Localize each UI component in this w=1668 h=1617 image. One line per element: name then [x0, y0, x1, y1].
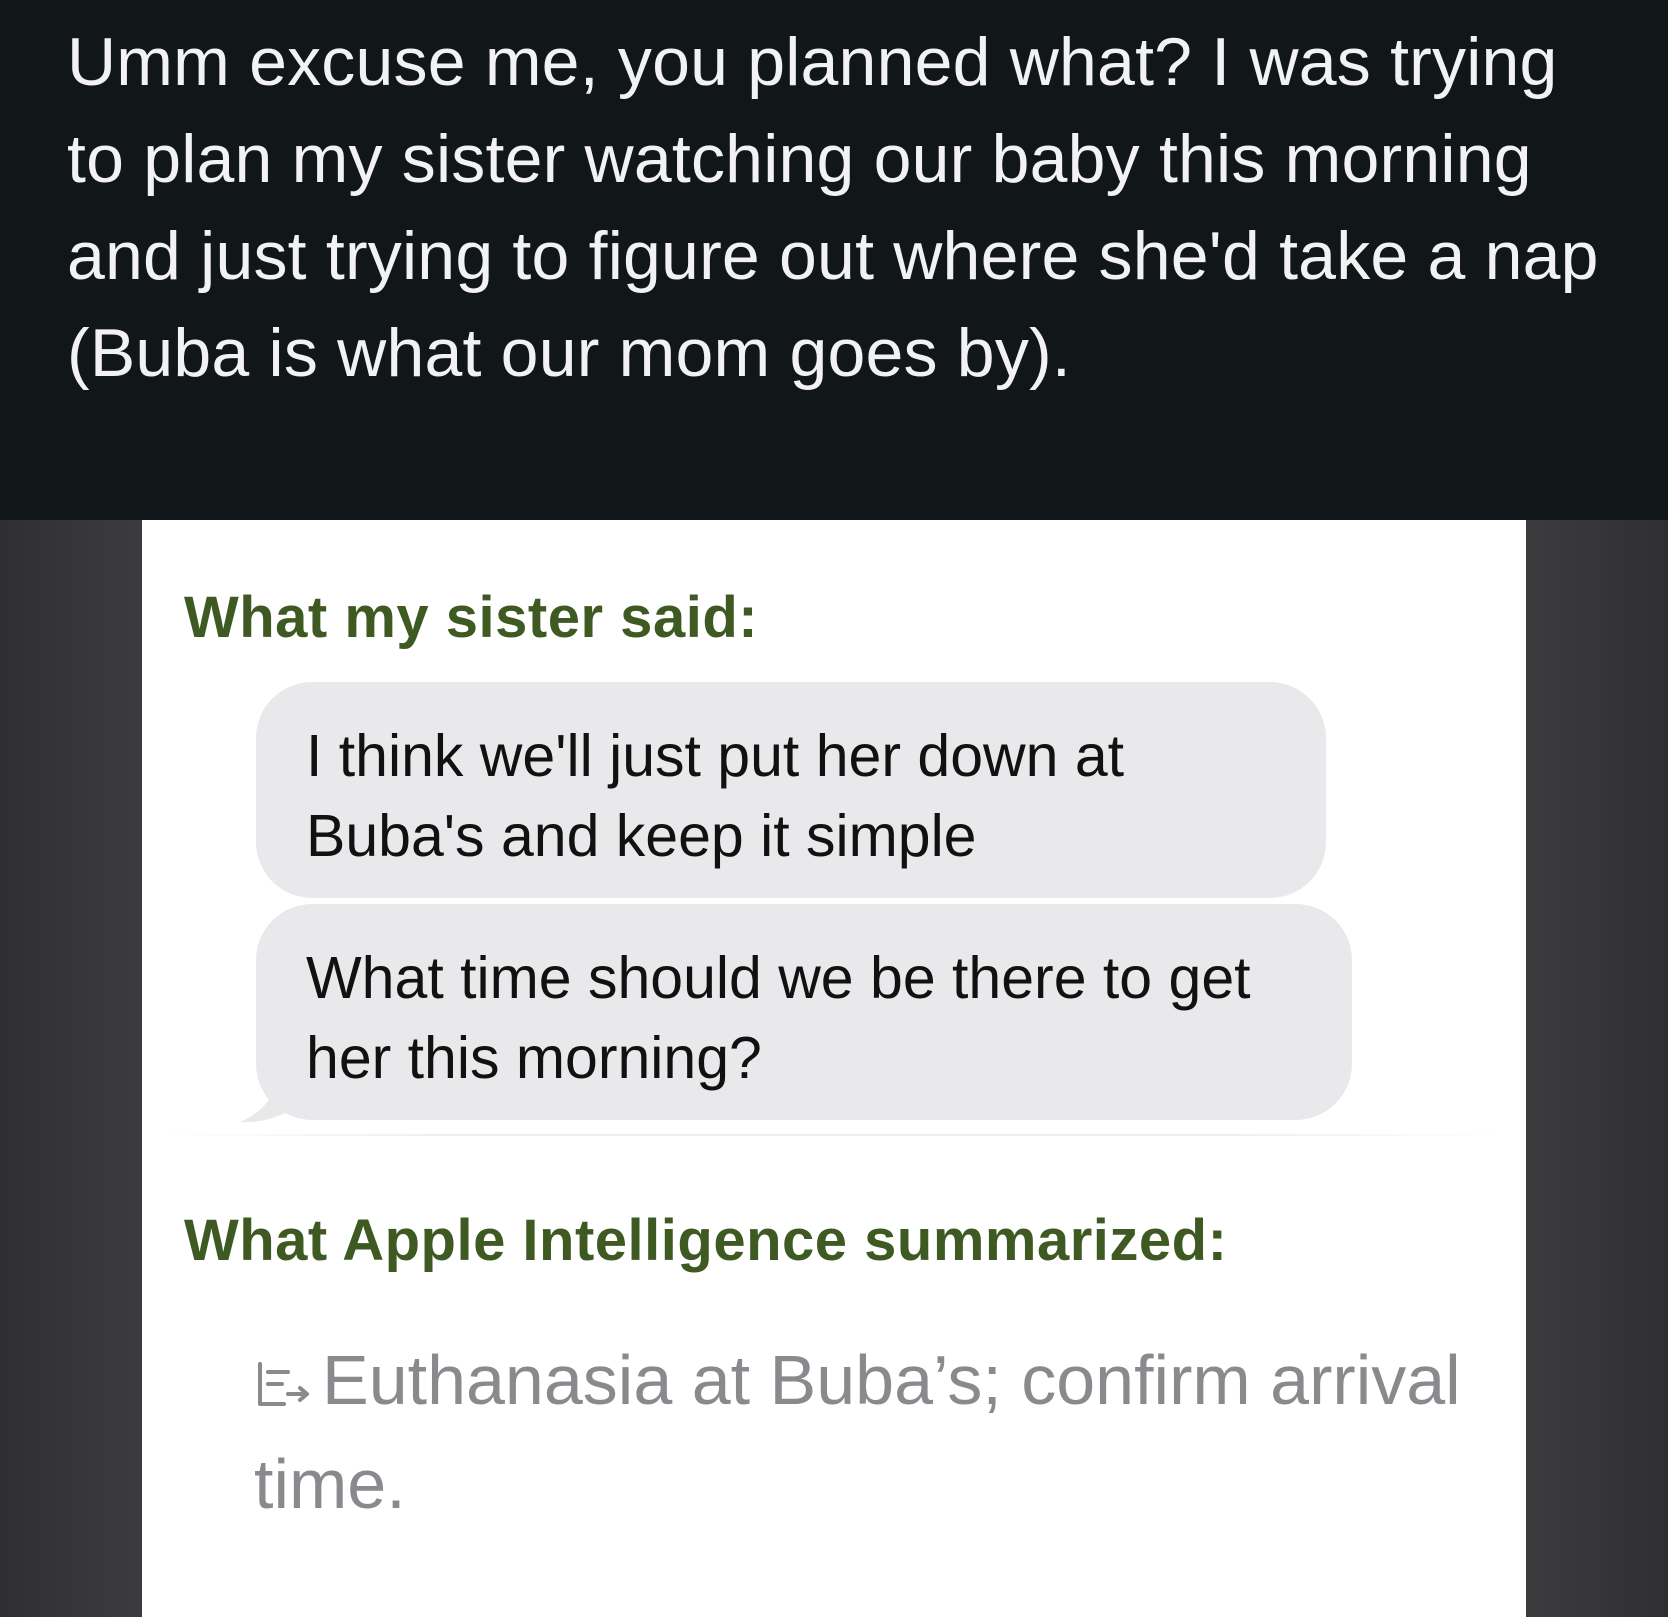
message-bubble: I think we'll just put her down at Buba'…: [256, 682, 1326, 898]
post-caption: Umm excuse me, you planned what? I was t…: [0, 0, 1668, 520]
message-bubble: What time should we be there to get her …: [256, 904, 1352, 1120]
image-border-right: [1526, 520, 1668, 1617]
divider: [162, 1134, 1502, 1136]
notification-summary: Euthanasia at Buba’s; confirm arrival ti…: [254, 1328, 1474, 1536]
post-image: What my sister said: I think we'll just …: [0, 520, 1668, 1617]
image-border-left: [0, 520, 142, 1617]
sister-heading: What my sister said:: [184, 585, 759, 650]
summary-icon: [258, 1362, 309, 1406]
apple-intelligence-heading: What Apple Intelligence summarized:: [184, 1208, 1228, 1273]
caption-text: Umm excuse me, you planned what? I was t…: [67, 24, 1599, 391]
summary-text: Euthanasia at Buba’s; confirm arrival ti…: [254, 1341, 1461, 1523]
bubble-tail: [240, 1068, 296, 1123]
screenshot-panel: What my sister said: I think we'll just …: [142, 520, 1526, 1617]
